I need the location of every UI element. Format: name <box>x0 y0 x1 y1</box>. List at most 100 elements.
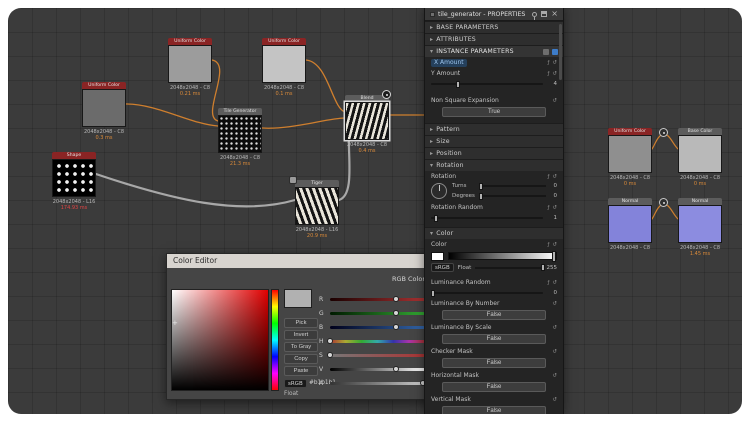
param-luminance-by-scale-label: Luminance By Scale <box>431 324 491 331</box>
to-gray-button[interactable]: To Gray <box>284 342 318 352</box>
rotation-random-value[interactable]: 1 <box>547 215 557 221</box>
section-attributes[interactable]: ▸ ATTRIBUTES <box>425 33 563 45</box>
blue-slider[interactable] <box>330 326 425 329</box>
node-uniform-color-1[interactable]: Uniform Color 2048x2048 - C8 0.21 ms <box>168 38 212 97</box>
copy-button[interactable]: Copy <box>284 354 318 364</box>
section-position[interactable]: ▸ Position <box>425 147 563 159</box>
reset-icon[interactable]: ↺ <box>552 280 557 286</box>
luminance-random-slider[interactable] <box>431 292 543 294</box>
srgb-toggle[interactable]: sRGB <box>431 263 454 272</box>
color-value-slider[interactable] <box>475 267 542 269</box>
color-value[interactable]: 255 <box>547 265 558 271</box>
function-icon[interactable]: ƒ <box>547 242 549 248</box>
pick-button[interactable]: Pick <box>284 318 318 328</box>
section-size[interactable]: ▸ Size <box>425 135 563 147</box>
function-icon[interactable]: ƒ <box>547 280 549 286</box>
pin-icon[interactable] <box>532 12 537 17</box>
float-toggle[interactable]: Float <box>458 265 472 271</box>
saturation-slider[interactable] <box>330 354 425 357</box>
reset-icon[interactable]: ↺ <box>552 397 557 403</box>
paste-button[interactable]: Paste <box>284 366 318 376</box>
turns-slider[interactable] <box>479 185 546 187</box>
param-x-amount[interactable]: X Amount <box>431 59 467 67</box>
color-gradient-slider[interactable] <box>448 252 557 260</box>
chevron-down-icon: ▾ <box>430 230 433 237</box>
output-connector-icon[interactable] <box>659 198 668 207</box>
color-swatch[interactable] <box>431 252 444 261</box>
node-pin-badge-icon[interactable] <box>289 176 297 184</box>
turns-value[interactable]: 0 <box>549 183 557 189</box>
degrees-slider[interactable] <box>479 195 546 197</box>
reset-icon[interactable]: ↺ <box>552 60 557 66</box>
reset-icon[interactable]: ↺ <box>552 242 557 248</box>
node-uniform-color-4[interactable]: Uniform Color 2048x2048 - C8 0 ms <box>608 128 652 187</box>
function-icon[interactable]: ƒ <box>547 71 549 77</box>
panel-scrollbar[interactable] <box>559 24 562 80</box>
degrees-value[interactable]: 0 <box>549 193 557 199</box>
dock-icon[interactable] <box>541 11 547 17</box>
rotation-dial[interactable] <box>431 183 447 199</box>
rotation-random-slider[interactable] <box>431 217 543 219</box>
hue-slider[interactable] <box>330 340 425 343</box>
saturation-value-picker[interactable]: + <box>171 289 269 391</box>
function-icon[interactable]: ƒ <box>547 60 549 66</box>
reset-icon[interactable]: ↺ <box>552 71 557 77</box>
node-uniform-color-2[interactable]: Uniform Color 2048x2048 - C8 0.1 ms <box>262 38 306 97</box>
green-slider[interactable] <box>330 312 425 315</box>
function-icon[interactable]: ƒ <box>547 174 549 180</box>
red-slider[interactable] <box>330 298 425 301</box>
section-rotation[interactable]: ▾ Rotation <box>425 159 563 171</box>
chevron-right-icon: ▸ <box>430 138 433 145</box>
node-tile-generator[interactable]: Tile Generator 2048x2048 - C8 21.3 ms <box>218 108 262 167</box>
node-tiger[interactable]: Tiger 2048x2048 - L16 20.9 ms <box>295 180 339 239</box>
section-color[interactable]: ▾ Color <box>425 227 563 239</box>
node-blend[interactable]: Blend 2048x2048 - C8 0.4 ms <box>345 95 389 154</box>
float-toggle[interactable]: Float <box>284 391 298 397</box>
node-shape[interactable]: Shape 2048x2048 - L16 174.93 ms <box>52 152 96 211</box>
non-square-toggle[interactable]: True <box>442 107 546 117</box>
chevron-right-icon: ▸ <box>430 36 433 43</box>
color-editor-title-bar[interactable]: Color Editor <box>167 254 447 268</box>
node-base-color[interactable]: Base Color 2048x2048 - C8 0 ms <box>678 128 722 187</box>
horizontal-mask-toggle[interactable]: False <box>442 382 546 392</box>
output-connector-icon[interactable] <box>659 128 668 137</box>
node-graph-canvas[interactable]: Uniform Color 2048x2048 - C8 0.21 ms Uni… <box>8 8 742 414</box>
param-luminance-random-label: Luminance Random <box>431 279 491 286</box>
value-slider[interactable] <box>330 368 425 371</box>
y-amount-value[interactable]: 4 <box>547 81 557 87</box>
function-icon[interactable]: ƒ <box>547 205 549 211</box>
node-uniform-color-3[interactable]: Uniform Color 2048x2048 - C8 0.3 ms <box>82 82 126 141</box>
hue-strip[interactable] <box>271 289 279 391</box>
reset-icon[interactable]: ↺ <box>552 349 557 355</box>
luminance-by-scale-toggle[interactable]: False <box>442 334 546 344</box>
section-instance-parameters[interactable]: ▾ INSTANCE PARAMETERS <box>425 45 563 57</box>
section-base-parameters[interactable]: ▸ BASE PARAMETERS <box>425 21 563 33</box>
section-pattern[interactable]: ▸ Pattern <box>425 123 563 135</box>
node-time: 0 ms <box>668 181 732 187</box>
reset-icon[interactable]: ↺ <box>552 98 557 104</box>
alpha-slider[interactable] <box>330 382 425 385</box>
luminance-by-number-toggle[interactable]: False <box>442 310 546 320</box>
reset-icon[interactable]: ↺ <box>552 174 557 180</box>
reset-icon[interactable]: ↺ <box>552 205 557 211</box>
reset-icon[interactable]: ↺ <box>552 301 557 307</box>
expose-icon[interactable] <box>552 49 558 55</box>
checker-mask-toggle[interactable]: False <box>442 358 546 368</box>
node-normal-1[interactable]: Normal 2048x2048 - C8 <box>608 198 652 251</box>
reset-icon[interactable]: ↺ <box>552 325 557 331</box>
node-output-badge-icon[interactable] <box>382 90 391 99</box>
vertical-mask-toggle[interactable]: False <box>442 406 546 414</box>
luminance-random-value[interactable]: 0 <box>547 290 557 296</box>
reset-icon[interactable]: ↺ <box>552 373 557 379</box>
slider-label: R <box>319 296 326 303</box>
node-thumbnail <box>678 205 722 243</box>
y-amount-slider[interactable] <box>431 83 543 85</box>
srgb-toggle[interactable]: sRGB <box>284 379 307 388</box>
close-icon[interactable]: × <box>551 10 558 18</box>
list-view-icon[interactable] <box>543 49 549 55</box>
node-thumbnail <box>345 102 389 140</box>
properties-title-bar[interactable]: tile_generator - PROPERTIES × <box>425 8 563 21</box>
invert-button[interactable]: Invert <box>284 330 318 340</box>
node-title: Tile Generator <box>218 108 262 115</box>
node-normal-2[interactable]: Normal 2048x2048 - C8 1.45 ms <box>678 198 722 257</box>
